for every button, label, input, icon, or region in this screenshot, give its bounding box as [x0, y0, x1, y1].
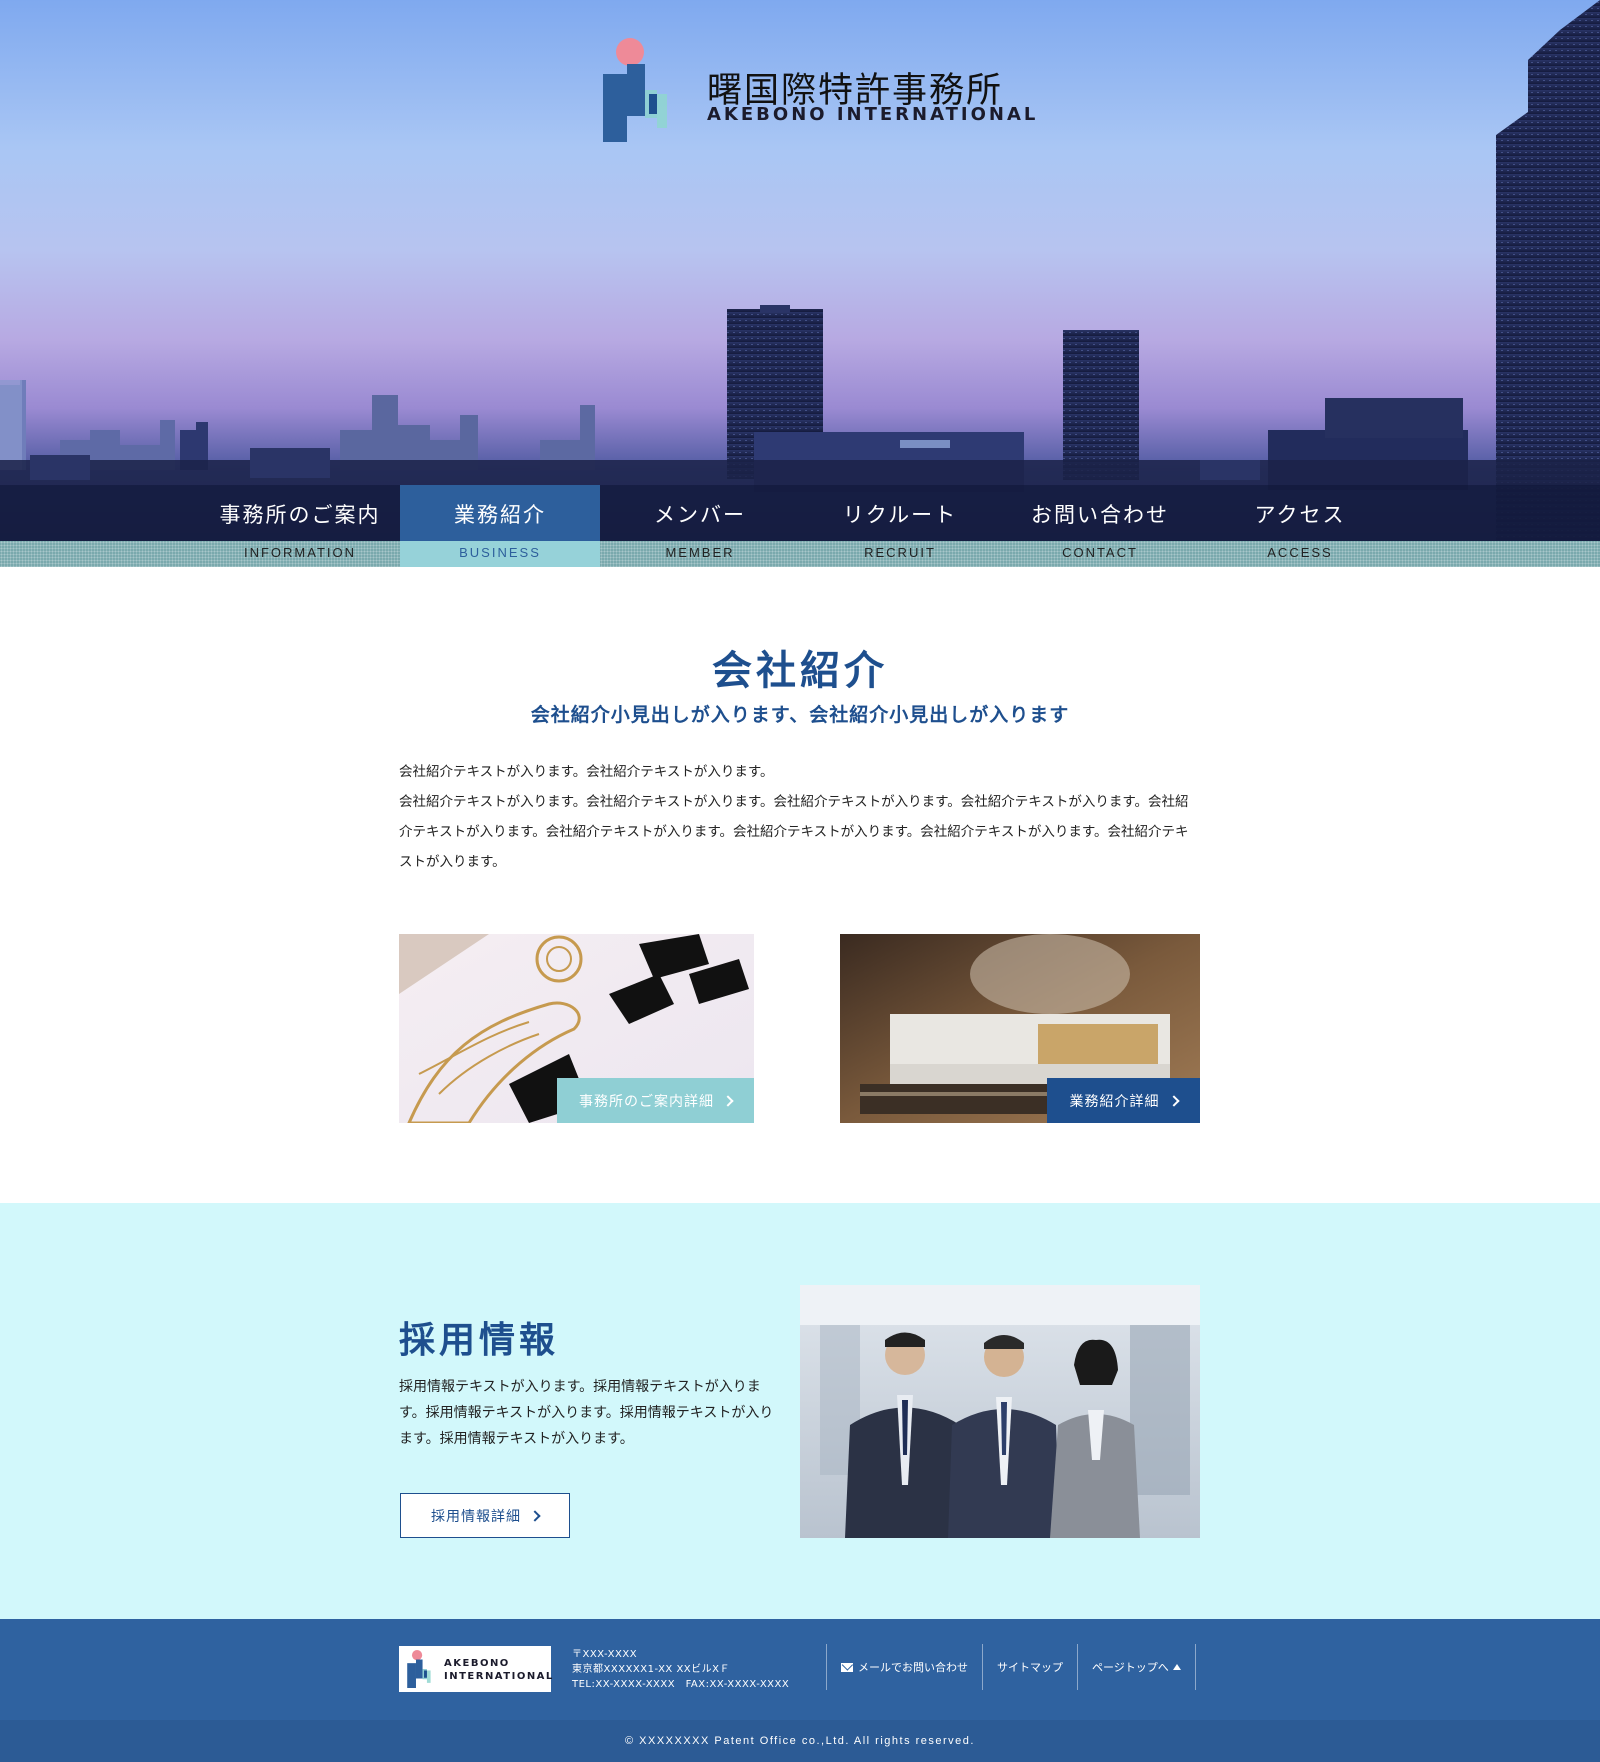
nav-item-member[interactable]: メンバー MEMBER — [600, 485, 800, 567]
hero-banner: 曙国際特許事務所 AKEBONO INTERNATIONAL 事務所のご案内 I… — [0, 0, 1600, 567]
business-detail-button[interactable]: 業務紹介詳細 — [1047, 1078, 1200, 1123]
footer-sitemap-link[interactable]: サイトマップ — [982, 1644, 1077, 1690]
company-subtitle: 会社紹介小見出しが入ります、会社紹介小見出しが入ります — [530, 704, 1070, 726]
mail-icon — [841, 1662, 853, 1672]
postal-code: 〒XXX-XXXX — [572, 1649, 638, 1660]
nav-label-en: ACCESS — [1267, 545, 1333, 560]
recruit-detail-button[interactable]: 採用情報詳細 — [400, 1493, 570, 1538]
link-label: サイトマップ — [997, 1661, 1063, 1674]
company-paragraph: 会社紹介テキストが入ります。会社紹介テキストが入ります。会社紹介テキストが入りま… — [399, 794, 1189, 870]
company-body: 会社紹介テキストが入ります。会社紹介テキストが入ります。 会社紹介テキストが入り… — [399, 757, 1199, 877]
nav-label-jp: リクルート — [842, 503, 958, 527]
nav-label-en: RECRUIT — [864, 545, 936, 560]
button-label: 採用情報詳細 — [431, 1508, 521, 1525]
button-label: 業務紹介詳細 — [1069, 1093, 1160, 1110]
footer-contact-link[interactable]: メールでお問い合わせ — [826, 1644, 982, 1690]
footer-pagetop-link[interactable]: ページトップへ — [1077, 1644, 1196, 1690]
company-title: 会社紹介 — [712, 648, 888, 694]
nav-label-jp: お問い合わせ — [1031, 503, 1169, 527]
street-address: 東京都XXXXXX1-XX XXビルXＦ — [572, 1664, 731, 1675]
company-paragraph: 会社紹介テキストが入ります。会社紹介テキストが入ります。 — [399, 764, 774, 780]
nav-label-en: INFORMATION — [243, 545, 357, 560]
recruit-section: 採用情報 採用情報テキストが入ります。採用情報テキストが入ります。採用情報テキス… — [0, 1203, 1600, 1619]
link-label: ページトップへ — [1092, 1661, 1169, 1674]
nav-label-jp: メンバー — [654, 503, 746, 527]
button-label: 事務所のご案内詳細 — [579, 1093, 714, 1110]
site-footer: AKEBONO INTERNATIONAL 〒XXX-XXXX 東京都XXXXX… — [0, 1619, 1600, 1720]
nav-item-recruit[interactable]: リクルート RECRUIT — [800, 485, 1000, 567]
site-logo[interactable]: 曙国際特許事務所 AKEBONO INTERNATIONAL — [603, 38, 1035, 142]
phone-fax: TEL:XX-XXXX-XXXX FAX:XX-XXXX-XXXX — [572, 1679, 790, 1690]
recruit-title: 採用情報 — [399, 1320, 560, 1361]
chevron-right-icon — [529, 1509, 541, 1522]
chevron-right-icon — [722, 1094, 734, 1107]
footer-logo-line1: AKEBONO — [444, 1658, 510, 1669]
nav-label-jp: アクセス — [1254, 503, 1346, 527]
logo-name-en: AKEBONO INTERNATIONAL — [707, 104, 1039, 125]
footer-address: 〒XXX-XXXX 東京都XXXXXX1-XX XXビルXＦ TEL:XX-XX… — [572, 1647, 789, 1692]
triangle-up-icon — [1172, 1664, 1181, 1670]
nav-item-business[interactable]: 業務紹介 BUSINESS — [400, 485, 600, 567]
footer-logo-line2: INTERNATIONAL — [444, 1671, 554, 1682]
chevron-right-icon — [1167, 1094, 1180, 1107]
nav-label-en: BUSINESS — [459, 545, 541, 560]
nav-label-jp: 業務紹介 — [454, 503, 546, 527]
footer-links: メールでお問い合わせ サイトマップ ページトップへ — [826, 1644, 1196, 1690]
business-team-photo — [800, 1285, 1200, 1538]
logo-mark-icon — [603, 38, 667, 142]
card-business[interactable]: 業務紹介詳細 — [840, 934, 1200, 1123]
card-office-info[interactable]: 事務所のご案内詳細 — [399, 934, 754, 1123]
footer-logo[interactable]: AKEBONO INTERNATIONAL — [399, 1646, 554, 1692]
recruit-text: 採用情報テキストが入ります。採用情報テキストが入ります。採用情報テキストが入りま… — [399, 1379, 774, 1447]
copyright: © XXXXXXXX Patent Office co.,Ltd. All ri… — [0, 1720, 1600, 1762]
nav-item-access[interactable]: アクセス ACCESS — [1200, 485, 1400, 567]
global-nav: 事務所のご案内 INFORMATION 業務紹介 BUSINESS メンバー M… — [0, 485, 1600, 567]
logo-mark-icon — [407, 1650, 431, 1688]
nav-label-en: MEMBER — [665, 545, 735, 560]
nav-label-en: CONTACT — [1062, 545, 1138, 560]
nav-item-information[interactable]: 事務所のご案内 INFORMATION — [200, 485, 400, 567]
office-info-detail-button[interactable]: 事務所のご案内詳細 — [557, 1078, 754, 1123]
nav-item-contact[interactable]: お問い合わせ CONTACT — [1000, 485, 1200, 567]
link-label: メールでお問い合わせ — [858, 1661, 968, 1674]
nav-label-jp: 事務所のご案内 — [219, 503, 381, 527]
